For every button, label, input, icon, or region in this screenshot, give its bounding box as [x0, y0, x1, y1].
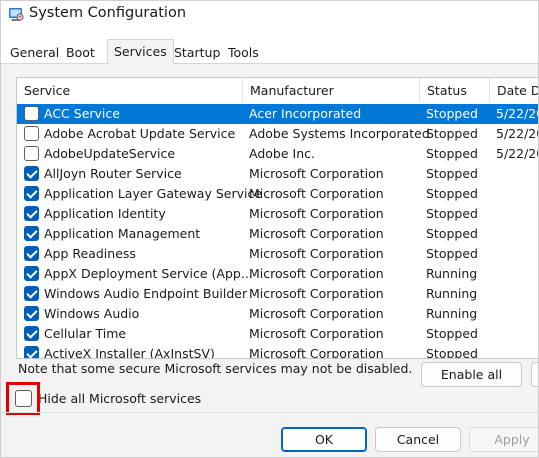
system-config-icon [8, 6, 24, 22]
table-row[interactable]: AdobeUpdateService Adobe Inc. Stopped 5/22/… [17, 144, 538, 164]
services-panel: Service Manufacturer Status Date D ACC S… [1, 64, 538, 457]
service-checkbox[interactable] [24, 126, 39, 141]
status-cell: Stopped [426, 186, 478, 201]
service-name-cell: Windows Audio Endpoint Builder [44, 286, 248, 301]
service-checkbox[interactable] [24, 186, 39, 201]
status-cell: Stopped [426, 106, 478, 121]
service-name-cell: Application Layer Gateway Service [44, 186, 263, 201]
service-checkbox[interactable] [24, 286, 39, 301]
table-row[interactable]: AppX Deployment Service (App... Microsoft… [17, 264, 538, 284]
services-list[interactable]: Service Manufacturer Status Date D ACC S… [16, 77, 538, 359]
service-checkbox[interactable] [24, 166, 39, 181]
tab-general[interactable]: General [10, 45, 59, 65]
apply-button[interactable]: Apply [469, 427, 538, 452]
service-name-cell: Application Identity [44, 206, 166, 221]
service-name-cell: Cellular Time [44, 326, 127, 341]
table-row[interactable]: ActiveX Installer (AxInstSV) Microsoft Co… [17, 344, 538, 359]
service-name-cell: AppX Deployment Service (App... [44, 266, 253, 281]
service-name-cell: AdobeUpdateService [44, 146, 176, 161]
tab-startup[interactable]: Startup [174, 45, 220, 65]
manufacturer-cell: Microsoft Corporation [249, 286, 384, 301]
date-cell: 5/22/20 [496, 146, 538, 161]
status-cell: Stopped [426, 126, 478, 141]
manufacturer-cell: Microsoft Corporation [249, 166, 384, 181]
table-row[interactable]: App Readiness Microsoft Corporation Stoppe… [17, 244, 538, 264]
manufacturer-cell: Microsoft Corporation [249, 246, 384, 261]
status-cell: Stopped [426, 346, 478, 359]
status-cell: Running [426, 286, 478, 301]
status-cell: Stopped [426, 166, 478, 181]
table-row[interactable]: Application Management Microsoft Corporat… [17, 224, 538, 244]
footer-divider [1, 412, 538, 413]
manufacturer-cell: Microsoft Corporation [249, 326, 384, 341]
service-name-cell: AllJoyn Router Service [44, 166, 182, 181]
manufacturer-cell: Microsoft Corporation [249, 306, 384, 321]
column-header-manufacturer[interactable]: Manufacturer [243, 78, 420, 102]
window-title: System Configuration [29, 5, 187, 21]
service-checkbox[interactable] [24, 266, 39, 281]
status-cell: Stopped [426, 326, 478, 341]
table-row[interactable]: Adobe Acrobat Update Service Adobe System… [17, 124, 538, 144]
title-bar: System Configuration [1, 1, 538, 31]
date-cell: 5/22/20 [496, 106, 538, 121]
cancel-button[interactable]: Cancel [375, 427, 461, 452]
column-header-status[interactable]: Status [420, 78, 490, 102]
date-cell: 5/22/20 [496, 126, 538, 141]
manufacturer-cell: Adobe Systems Incorporated [249, 126, 430, 141]
status-cell: Running [426, 306, 478, 321]
service-checkbox[interactable] [24, 306, 39, 321]
column-header-date[interactable]: Date D [490, 78, 538, 102]
table-row[interactable]: Application Layer Gateway Service Microso… [17, 184, 538, 204]
table-row[interactable]: Application Identity Microsoft Corporatio… [17, 204, 538, 224]
service-checkbox[interactable] [24, 246, 39, 261]
tab-boot[interactable]: Boot [66, 45, 95, 65]
service-name-cell: Windows Audio [44, 306, 140, 321]
service-name-cell: Application Management [44, 226, 201, 241]
service-checkbox[interactable] [24, 106, 39, 121]
manufacturer-cell: Microsoft Corporation [249, 226, 384, 241]
table-row[interactable]: Windows Audio Microsoft Corporation Runnin… [17, 304, 538, 324]
manufacturer-cell: Adobe Inc. [249, 146, 315, 161]
status-cell: Stopped [426, 146, 478, 161]
service-checkbox[interactable] [24, 206, 39, 221]
status-cell: Stopped [426, 226, 478, 241]
status-cell: Stopped [426, 246, 478, 261]
manufacturer-cell: Acer Incorporated [249, 106, 362, 121]
tab-services[interactable]: Services [107, 39, 174, 65]
ok-button[interactable]: OK [281, 427, 367, 452]
table-row[interactable]: ACC Service Acer Incorporated Stopped 5/22/… [17, 104, 538, 124]
service-checkbox[interactable] [24, 226, 39, 241]
service-name-cell: Adobe Acrobat Update Service [44, 126, 236, 141]
disable-all-button-partial[interactable] [531, 362, 538, 387]
status-cell: Stopped [426, 206, 478, 221]
secure-services-note: Note that some secure Microsoft services… [18, 361, 413, 376]
service-checkbox[interactable] [24, 326, 39, 341]
service-name-cell: ACC Service [44, 106, 120, 121]
system-configuration-window: System Configuration General Boot Servic… [0, 0, 539, 458]
table-row[interactable]: Windows Audio Endpoint Builder Microsoft … [17, 284, 538, 304]
status-cell: Running [426, 266, 478, 281]
column-header-service[interactable]: Service [17, 78, 243, 102]
service-checkbox[interactable] [24, 146, 39, 161]
enable-all-button[interactable]: Enable all [421, 362, 522, 387]
manufacturer-cell: Microsoft Corporation [249, 346, 384, 359]
manufacturer-cell: Microsoft Corporation [249, 266, 384, 281]
table-row[interactable]: AllJoyn Router Service Microsoft Corporat… [17, 164, 538, 184]
service-name-cell: App Readiness [44, 246, 136, 261]
hide-microsoft-services-label[interactable]: Hide all Microsoft services [38, 391, 201, 406]
service-name-cell: ActiveX Installer (AxInstSV) [44, 346, 215, 359]
table-row[interactable]: Cellular Time Microsoft Corporation Stoppe… [17, 324, 538, 344]
service-checkbox[interactable] [24, 346, 39, 358]
highlight-box [6, 382, 40, 415]
manufacturer-cell: Microsoft Corporation [249, 186, 384, 201]
manufacturer-cell: Microsoft Corporation [249, 206, 384, 221]
tab-tools[interactable]: Tools [228, 45, 259, 65]
